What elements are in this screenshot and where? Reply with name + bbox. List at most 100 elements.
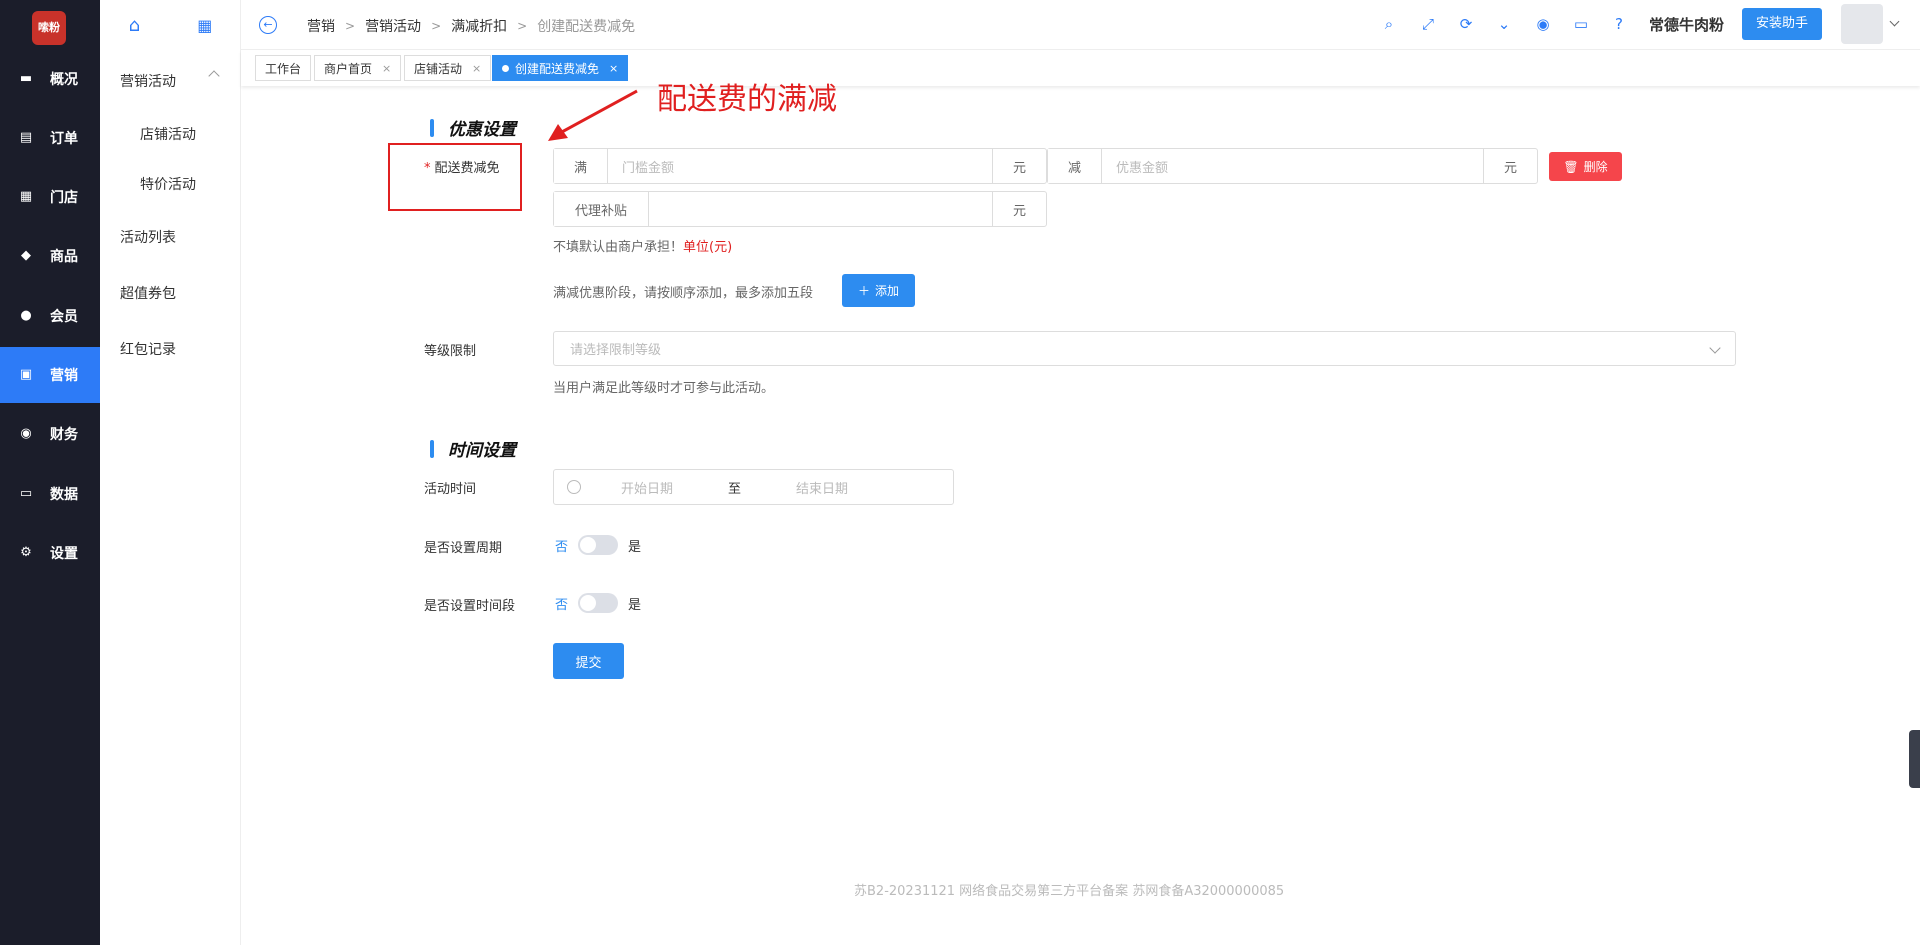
activity-time-label: 活动时间	[424, 482, 477, 497]
finance-icon: ◉	[20, 426, 32, 441]
help-icon[interactable]: ?	[1609, 14, 1629, 34]
nav-item-data[interactable]: ▭ 数据	[0, 466, 100, 522]
refresh-icon[interactable]: ⟳	[1456, 14, 1476, 34]
submenu-item-store-activity[interactable]: 店铺活动	[140, 124, 196, 144]
nav-item-finance[interactable]: ◉ 财务	[0, 406, 100, 462]
secondary-toolbar: ⌂ ▦	[100, 0, 241, 50]
nav-item-label: 财务	[50, 427, 78, 443]
period-switch-row: 否 是	[555, 593, 641, 613]
nav-item-store[interactable]: ▦ 门店	[0, 169, 100, 225]
store-icon: ▦	[19, 189, 33, 204]
period-toggle[interactable]	[578, 593, 619, 613]
switch-off-label: 否	[555, 539, 569, 555]
nav-item-settings[interactable]: ⚙ 设置	[0, 525, 100, 581]
section-title-text: 优惠设置	[448, 120, 516, 140]
level-select[interactable]: 请选择限制等级	[553, 331, 1736, 366]
trash-icon: 🗑	[1563, 159, 1579, 174]
unit-hint: 单位(元)	[683, 240, 733, 255]
tab-label: 创建配送费减免	[515, 61, 600, 76]
date-range-picker[interactable]: 开始日期 至 结束日期	[553, 469, 954, 505]
nav-item-marketing[interactable]: ▣ 营销	[0, 347, 100, 403]
switch-on-label: 是	[628, 539, 642, 555]
nav-item-overview[interactable]: ▬ 概况	[0, 51, 100, 107]
tab-create-delivery-fee[interactable]: 创建配送费减免 ×	[492, 55, 629, 81]
start-date-input[interactable]: 开始日期	[621, 478, 673, 497]
breadcrumb-item[interactable]: 营销活动	[365, 16, 421, 36]
tier-hint: 满减优惠阶段，请按顺序添加，最多添加五段	[553, 286, 814, 301]
install-helper-button[interactable]: 安装助手	[1742, 8, 1822, 40]
brand-logo: 嗦粉	[32, 11, 66, 45]
breadcrumb: 营销 > 营销活动 > 满减折扣 > 创建配送费减免	[307, 16, 635, 36]
add-tier-button[interactable]: ＋ 添加	[842, 274, 915, 307]
threshold-prefix: 满	[554, 149, 608, 183]
discount-input-group: 减 优惠金额 元	[1047, 148, 1538, 184]
home-icon[interactable]: ⌂	[129, 15, 140, 36]
submenu-item-activity-list[interactable]: 活动列表	[120, 227, 176, 247]
apps-grid-icon[interactable]: ▦	[197, 16, 212, 35]
section-title-discount: 优惠设置	[430, 115, 516, 140]
subsidy-hint: 不填默认由商户承担！单位(元)	[553, 236, 732, 255]
breadcrumb-item[interactable]: 营销	[307, 16, 335, 36]
chevron-right-icon: >	[517, 19, 528, 33]
side-drawer-handle[interactable]	[1909, 730, 1920, 788]
nav-item-goods[interactable]: ◆ 商品	[0, 228, 100, 284]
clock-icon	[567, 480, 581, 494]
cycle-switch-row: 否 是	[555, 535, 641, 555]
submenu-item-coupon-pack[interactable]: 超值券包	[120, 283, 176, 303]
chevron-down-icon[interactable]	[1889, 16, 1900, 27]
close-icon[interactable]: ×	[609, 62, 618, 75]
app-root: 嗦粉 ▬ 概况 ▤ 订单 ▦ 门店 ◆ 商品 ● 会员 ▣ 营销 ◉ 财务 ▭ 数据 ⚙ 设置 ⌂…	[0, 0, 1920, 945]
tab-bar: 工作台 商户首页 × 店铺活动 × 创建配送费减免 ×	[241, 50, 1920, 86]
plus-icon: ＋	[857, 284, 870, 298]
tab-store-activity[interactable]: 店铺活动 ×	[404, 55, 492, 81]
required-mark: *	[424, 161, 431, 176]
subsidy-unit: 元	[992, 192, 1046, 226]
chevron-right-icon: >	[345, 19, 356, 33]
nav-item-label: 设置	[50, 546, 78, 562]
footer-record: 苏B2-20231121 网络食品交易第三方平台备案 苏网食备A32000000…	[854, 884, 1285, 899]
discount-unit: 元	[1483, 149, 1537, 183]
nav-item-order[interactable]: ▤ 订单	[0, 110, 100, 166]
chevron-up-icon[interactable]	[208, 70, 220, 82]
close-icon[interactable]: ×	[382, 62, 391, 75]
breadcrumb-item[interactable]: 满减折扣	[451, 16, 507, 36]
section-bar	[430, 439, 434, 458]
eye-icon[interactable]: ◉	[1533, 14, 1553, 34]
shop-name: 常德牛肉粉	[1649, 16, 1725, 34]
submenu-item-red-packet[interactable]: 红包记录	[120, 339, 176, 359]
tab-merchant-home[interactable]: 商户首页 ×	[314, 55, 402, 81]
order-icon: ▤	[19, 130, 33, 145]
level-label: 等级限制	[424, 344, 477, 359]
nav-item-label: 数据	[50, 487, 78, 503]
threshold-input[interactable]: 门槛金额	[608, 149, 992, 183]
subsidy-input-group: 代理补贴 元	[553, 191, 1047, 227]
submit-button[interactable]: 提交	[553, 643, 624, 679]
range-separator: 至	[728, 481, 742, 497]
primary-nav: 嗦粉 ▬ 概况 ▤ 订单 ▦ 门店 ◆ 商品 ● 会员 ▣ 营销 ◉ 财务 ▭ 数据 ⚙ 设置	[0, 0, 100, 945]
annotation-box	[388, 143, 522, 211]
fullscreen-icon[interactable]: ⤢	[1418, 14, 1438, 34]
submenu-group-marketing[interactable]: 营销活动	[120, 71, 176, 91]
level-hint: 当用户满足此等级时才可参与此活动。	[553, 381, 775, 396]
delivery-fee-label-text: 配送费减免	[434, 161, 500, 176]
section-title-text: 时间设置	[448, 441, 516, 461]
toggle-knob	[580, 537, 597, 553]
nav-item-member[interactable]: ● 会员	[0, 288, 100, 344]
subsidy-hint-text: 不填默认由商户承担！	[553, 240, 684, 255]
tab-workbench[interactable]: 工作台	[255, 55, 312, 81]
switch-on-label: 是	[628, 597, 642, 613]
chevron-circle-icon[interactable]: ⌄	[1494, 14, 1514, 34]
avatar[interactable]	[1841, 4, 1883, 44]
discount-input[interactable]: 优惠金额	[1102, 149, 1483, 183]
nav-item-label: 门店	[50, 190, 78, 206]
cycle-toggle[interactable]	[578, 535, 619, 555]
discount-prefix: 减	[1048, 149, 1102, 183]
submenu-item-special-price[interactable]: 特价活动	[140, 174, 196, 194]
back-arrow-icon[interactable]: ←	[259, 16, 277, 34]
monitor-icon[interactable]: ▭	[1571, 14, 1591, 34]
delete-tier-button[interactable]: 🗑 删除	[1549, 152, 1622, 181]
end-date-input[interactable]: 结束日期	[796, 478, 848, 497]
search-icon[interactable]: ⌕	[1379, 14, 1399, 34]
subsidy-input[interactable]	[649, 192, 992, 226]
close-icon[interactable]: ×	[472, 62, 481, 75]
